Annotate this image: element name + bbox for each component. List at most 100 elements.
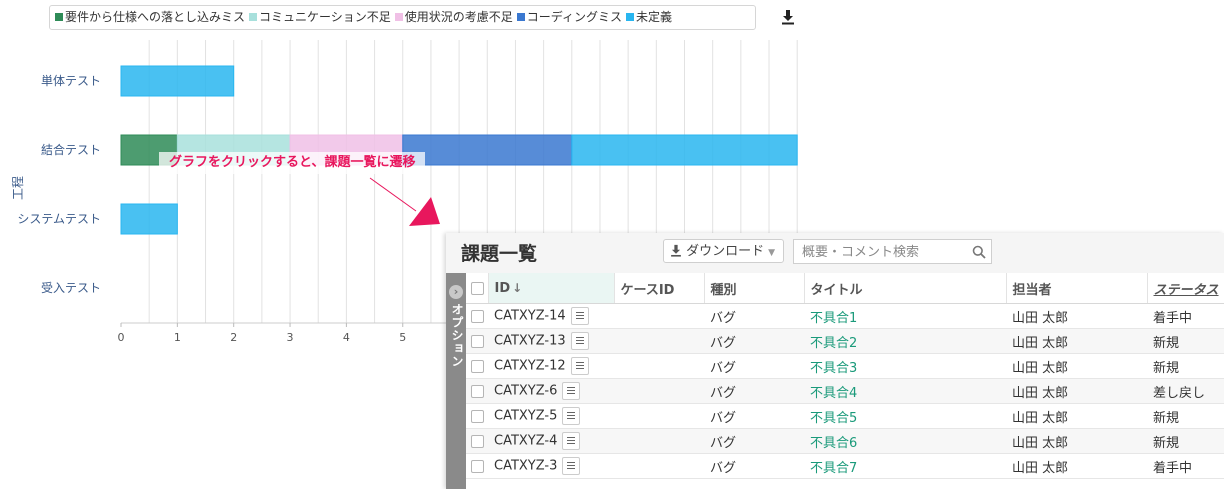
- x-tick-label: 1: [174, 331, 181, 344]
- status-cell: 着手中: [1147, 453, 1224, 479]
- download-icon: [671, 244, 681, 257]
- issue-id: CATXYZ-14: [494, 308, 566, 324]
- status-cell: 着手中: [1147, 303, 1224, 329]
- table-row[interactable]: CATXYZ-13 バグ 不具合2 山田 太郎 新規: [466, 328, 1224, 354]
- y-axis-title: 工程: [10, 176, 25, 200]
- bar-segment[interactable]: [120, 65, 235, 97]
- sort-down-icon: ↓: [512, 280, 523, 295]
- column-header-title[interactable]: タイトル: [804, 273, 1007, 304]
- assignee-cell: 山田 太郎: [1006, 428, 1147, 454]
- legend-item[interactable]: コーディングミス: [516, 6, 622, 29]
- chevron-down-icon: ▼: [768, 248, 776, 258]
- issue-title-link[interactable]: 不具合5: [810, 411, 857, 426]
- table-row[interactable]: CATXYZ-4 バグ 不具合6 山田 太郎 新規: [466, 428, 1224, 454]
- title-cell: 不具合4: [804, 378, 1006, 404]
- issue-title-link[interactable]: 不具合2: [810, 336, 857, 351]
- table-header-row: ID ↓ ケースID 種別 タイトル 担当者 ステータス: [466, 273, 1224, 304]
- panel-header: 課題一覧 ダウンロード ▼: [446, 233, 1224, 273]
- row-select-cell: [466, 328, 488, 354]
- row-checkbox[interactable]: [471, 359, 484, 373]
- type-cell: バグ: [704, 428, 804, 454]
- row-menu-icon[interactable]: [562, 457, 581, 475]
- search-input[interactable]: [800, 241, 964, 264]
- case-id-cell: [614, 353, 704, 379]
- status-cell: 新規: [1147, 428, 1224, 454]
- column-header-status[interactable]: ステータス: [1147, 273, 1224, 304]
- legend-label: コーディングミス: [526, 10, 622, 24]
- issue-title-link[interactable]: 不具合6: [810, 436, 857, 451]
- legend-label: 未定義: [635, 10, 672, 24]
- row-checkbox[interactable]: [471, 384, 484, 398]
- issue-id: CATXYZ-13: [494, 333, 566, 349]
- assignee-cell: 山田 太郎: [1006, 303, 1147, 329]
- download-button[interactable]: ダウンロード ▼: [663, 239, 784, 263]
- row-select-cell: [466, 353, 488, 379]
- column-header-type[interactable]: 種別: [704, 273, 805, 304]
- row-checkbox[interactable]: [471, 409, 484, 423]
- select-all-checkbox[interactable]: [471, 281, 484, 295]
- row-menu-icon[interactable]: [562, 407, 581, 425]
- option-toggle-strip[interactable]: › オプション: [446, 273, 466, 489]
- row-select-cell: [466, 428, 488, 454]
- case-id-cell: [614, 303, 704, 329]
- search-icon[interactable]: [972, 245, 986, 259]
- row-select-cell: [466, 303, 488, 329]
- x-tick-label: 2: [230, 331, 237, 344]
- table-row[interactable]: CATXYZ-6 バグ 不具合4 山田 太郎 差し戻し: [466, 378, 1224, 404]
- case-id-cell: [614, 328, 704, 354]
- id-cell: CATXYZ-13: [488, 328, 614, 354]
- download-label: ダウンロード: [686, 244, 765, 259]
- column-label: ステータス: [1153, 282, 1219, 298]
- title-cell: 不具合6: [804, 428, 1006, 454]
- assignee-cell: 山田 太郎: [1006, 453, 1147, 479]
- issue-title-link[interactable]: 不具合7: [810, 461, 857, 476]
- column-header-case-id[interactable]: ケースID: [614, 273, 705, 304]
- bar-segment[interactable]: [571, 134, 798, 166]
- table-row[interactable]: CATXYZ-14 バグ 不具合1 山田 太郎 着手中: [466, 303, 1224, 329]
- legend-item[interactable]: 未定義: [625, 6, 672, 29]
- bar-segment[interactable]: [402, 134, 573, 166]
- issue-id: CATXYZ-6: [494, 383, 558, 399]
- select-all-header: [466, 273, 489, 304]
- issue-title-link[interactable]: 不具合1: [810, 311, 857, 326]
- x-tick-label: 3: [287, 331, 294, 344]
- row-checkbox[interactable]: [471, 309, 484, 323]
- row-menu-icon[interactable]: [570, 357, 589, 375]
- category-label: システムテスト: [17, 212, 101, 226]
- row-checkbox[interactable]: [471, 459, 484, 473]
- row-menu-icon[interactable]: [570, 307, 589, 325]
- legend-item[interactable]: 使用状況の考慮不足: [394, 6, 513, 29]
- legend-item[interactable]: コミュニケーション不足: [249, 6, 391, 29]
- legend-label: コミュニケーション不足: [259, 10, 391, 24]
- column-header-assignee[interactable]: 担当者: [1006, 273, 1148, 304]
- legend-swatch: [625, 13, 634, 21]
- column-header-id[interactable]: ID ↓: [488, 273, 615, 304]
- issue-list-panel: 課題一覧 ダウンロード▼ › オプション ID↓ ケー: [446, 233, 1224, 489]
- legend-label: 要件から仕様への落とし込みミス: [65, 10, 246, 24]
- issue-title-link[interactable]: 不具合3: [810, 361, 857, 376]
- issue-title-link[interactable]: 不具合4: [810, 386, 857, 401]
- row-menu-icon[interactable]: [562, 432, 581, 450]
- title-cell: 不具合1: [804, 303, 1006, 329]
- type-cell: バグ: [704, 328, 804, 354]
- table-row[interactable]: CATXYZ-12 バグ 不具合3 山田 太郎 新規: [466, 353, 1224, 379]
- download-icon[interactable]: [781, 9, 795, 25]
- case-id-cell: [614, 453, 704, 479]
- assignee-cell: 山田 太郎: [1006, 403, 1147, 429]
- row-menu-icon[interactable]: [562, 382, 581, 400]
- row-menu-icon[interactable]: [570, 332, 589, 350]
- type-cell: バグ: [704, 378, 804, 404]
- column-label: 種別: [710, 282, 737, 298]
- bar-segment[interactable]: [120, 203, 178, 235]
- row-checkbox[interactable]: [471, 434, 484, 448]
- legend-item[interactable]: 要件から仕様への落とし込みミス: [55, 6, 245, 29]
- table-row[interactable]: CATXYZ-5 バグ 不具合5 山田 太郎 新規: [466, 403, 1224, 429]
- status-cell: 新規: [1147, 403, 1224, 429]
- table-row[interactable]: CATXYZ-3 バグ 不具合7 山田 太郎 着手中: [466, 453, 1224, 479]
- chevron-right-icon[interactable]: ›: [449, 285, 463, 299]
- annotation-callout: グラフをクリックすると、課題一覧に遷移: [159, 152, 426, 174]
- category-label: 単体テスト: [41, 74, 101, 88]
- id-cell: CATXYZ-5: [488, 403, 614, 429]
- row-checkbox[interactable]: [471, 334, 484, 348]
- case-id-cell: [614, 403, 704, 429]
